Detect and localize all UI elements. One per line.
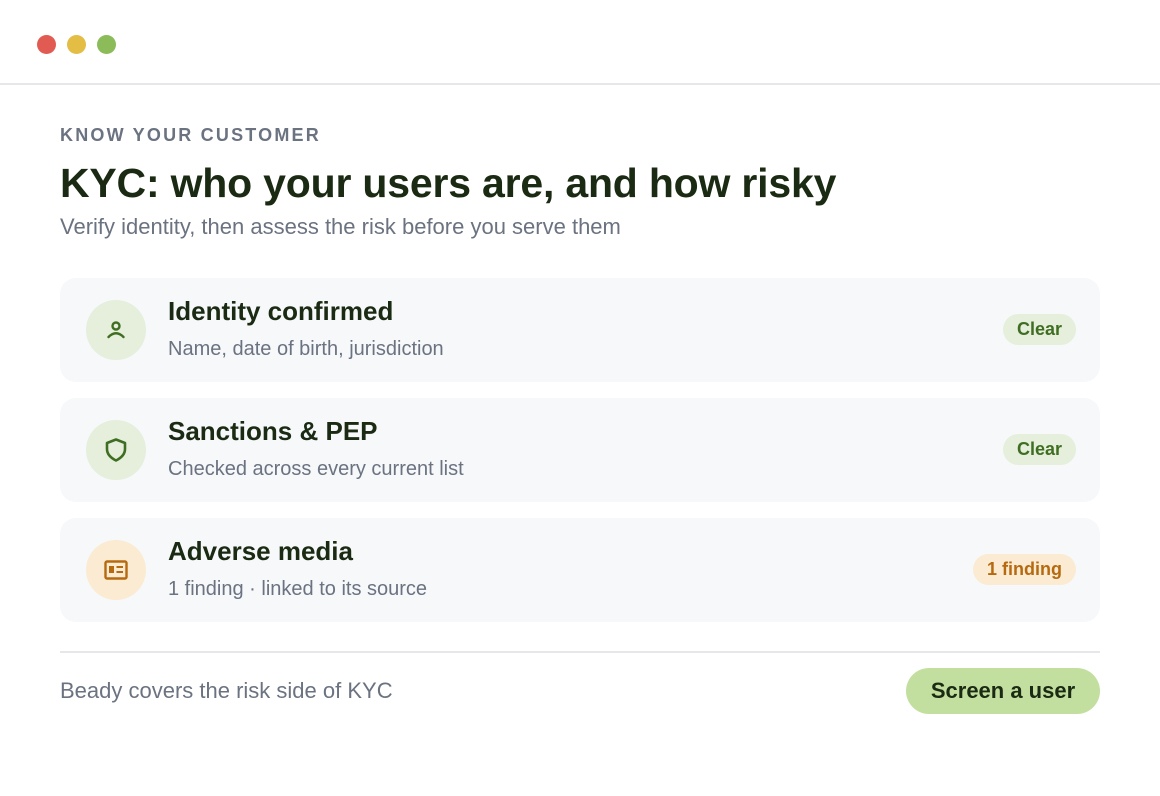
maximize-window-button[interactable] — [97, 35, 116, 54]
footer-note: Beady covers the risk side of KYC — [60, 678, 393, 703]
page-subtitle: Verify identity, then assess the risk be… — [60, 214, 621, 239]
check-card-identity: Identity confirmed Name, date of birth, … — [60, 278, 1100, 382]
check-description: Name, date of birth, jurisdiction — [168, 338, 444, 360]
status-badge: 1 finding — [973, 554, 1076, 585]
minimize-window-button[interactable] — [67, 35, 86, 54]
shield-icon — [86, 420, 146, 480]
check-card-adverse-media: Adverse media 1 finding · linked to its … — [60, 518, 1100, 622]
page-title: KYC: who your users are, and how risky — [60, 160, 837, 206]
status-badge: Clear — [1002, 434, 1076, 465]
person-icon — [86, 300, 146, 360]
window-titlebar — [0, 0, 1160, 85]
check-card-sanctions: Sanctions & PEP Checked across every cur… — [60, 398, 1100, 502]
close-window-button[interactable] — [37, 35, 56, 54]
check-title: Identity confirmed — [168, 296, 394, 326]
newspaper-icon — [86, 540, 146, 600]
screen-a-user-button[interactable]: Screen a user — [906, 668, 1100, 714]
divider — [60, 651, 1100, 653]
check-description: 1 finding · linked to its source — [168, 578, 428, 600]
section-eyebrow: KNOW YOUR CUSTOMER — [60, 125, 321, 145]
status-badge: Clear — [1002, 314, 1076, 345]
check-title: Sanctions & PEP — [168, 416, 378, 446]
check-description: Checked across every current list — [168, 458, 464, 480]
check-title: Adverse media — [168, 536, 353, 566]
